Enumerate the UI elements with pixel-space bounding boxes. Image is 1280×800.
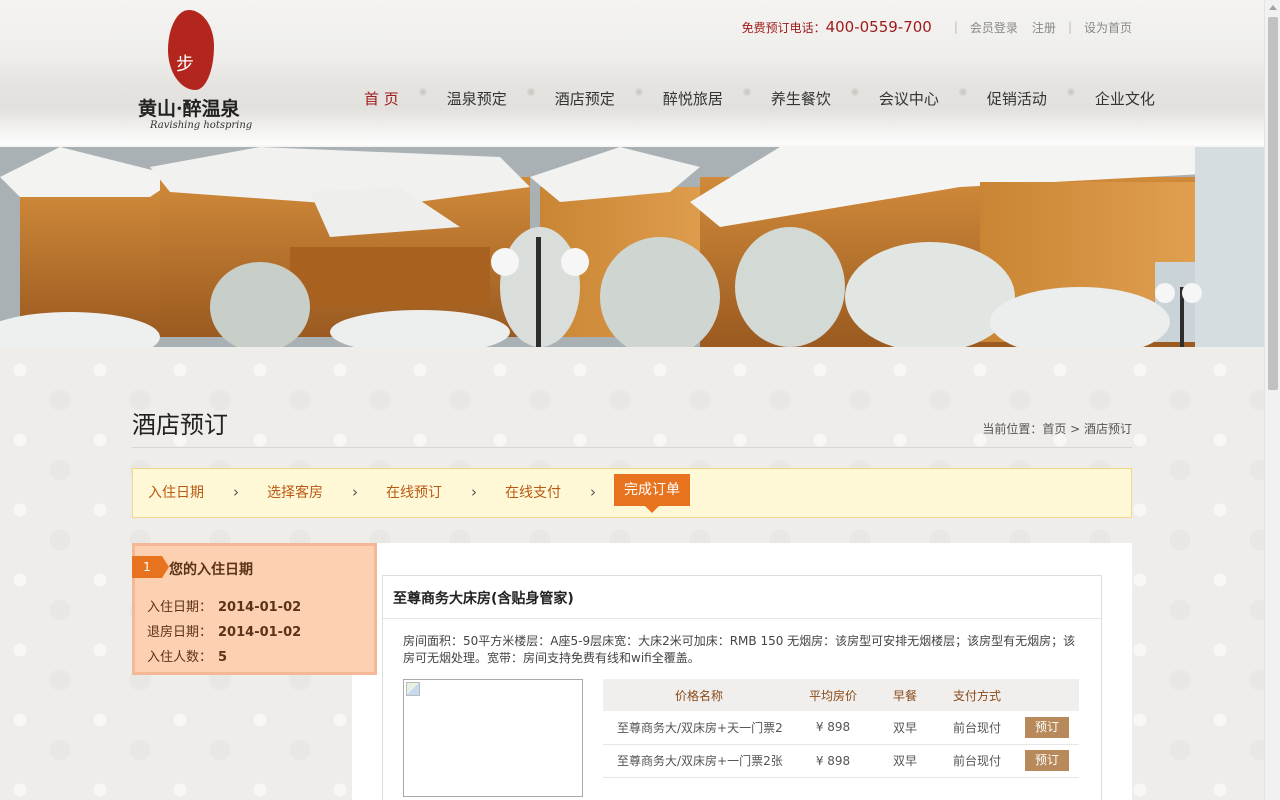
nav-item-promotions[interactable]: 促销活动 [987,88,1047,109]
logo-subtitle: Ravishing hotspring [150,120,253,131]
nav-item-conference[interactable]: 会议中心 [879,88,939,109]
set-homepage-link[interactable]: 设为首页 [1084,19,1132,36]
column-header-action [1015,679,1079,711]
nav-separator-dot [958,88,967,96]
site-logo[interactable]: 步 黄山·醉温泉 Ravishing hotspring [138,8,252,136]
breakfast-cell: 双早 [871,744,939,778]
room-image[interactable] [403,679,583,797]
chevron-right-icon: › [590,483,596,501]
step-online-booking[interactable]: 在线预订 [386,482,442,502]
nav-separator-dot [850,88,859,96]
guests-value: 5 [218,650,228,665]
checkout-label: 退房日期： [147,625,213,640]
hotline-label: 免费预订电话： [741,20,826,35]
price-name-cell: 至尊商务大/双床房+天一门票2 [603,711,795,745]
avg-price-cell: ¥ 898 [795,711,871,745]
checkin-label: 入住日期： [147,600,213,615]
nav-separator-dot [742,88,751,96]
guests-row: 入住人数： 5 [147,646,227,665]
step-select-room[interactable]: 选择客房 [267,482,323,502]
checkin-date-row: 入住日期： 2014-01-02 [147,596,301,615]
book-button[interactable]: 预订 [1025,750,1069,771]
nav-item-dining[interactable]: 养生餐饮 [771,88,831,109]
column-header-payment: 支付方式 [939,679,1015,711]
avg-price-cell: ¥ 898 [795,744,871,778]
price-name-cell: 至尊商务大/双床房+一门票2张 [603,744,795,778]
table-row: 至尊商务大/双床房+天一门票2 ¥ 898 双早 前台现付 预订 [603,711,1079,745]
payment-cell: 前台现付 [939,711,1015,745]
booking-steps: 入住日期 › 选择客房 › 在线预订 › 在线支付 › 完成订单 [132,468,1132,518]
column-header-price-name: 价格名称 [603,679,795,711]
checkout-value: 2014-01-02 [218,625,302,640]
guests-label: 入住人数： [147,650,213,665]
scrollbar-thumb[interactable] [1268,17,1278,390]
hotline-number: 400-0559-700 [825,18,932,36]
column-header-avg-price: 平均房价 [795,679,871,711]
page-scrollbar[interactable] [1264,0,1280,800]
room-divider [383,618,1101,619]
divider: | [1067,20,1072,34]
nav-item-hotspring-booking[interactable]: 温泉预定 [447,88,507,109]
divider: | [953,20,958,34]
nav-item-hotel-booking[interactable]: 酒店预定 [555,88,615,109]
chevron-right-icon: › [352,483,358,501]
main-nav: 首 页 温泉预定 酒店预定 醉悦旅居 养生餐饮 会议中心 促销活动 企业文化 [364,88,1155,109]
title-divider [132,447,1132,448]
table-row: 至尊商务大/双床房+一门票2张 ¥ 898 双早 前台现付 预订 [603,744,1079,778]
book-button[interactable]: 预订 [1025,716,1069,738]
chevron-right-icon: › [471,483,477,501]
member-login-link[interactable]: 会员登录 [970,19,1018,36]
nav-item-culture[interactable]: 企业文化 [1095,88,1155,109]
payment-cell: 前台现付 [939,744,1015,778]
room-title: 至尊商务大床房(含贴身管家) [393,591,574,607]
nav-separator-dot [418,88,427,96]
top-bar: 免费预订电话： 400-0559-700 | 会员登录 注册 | 设为首页 [742,18,1132,36]
logo-text: 黄山·醉温泉 [138,98,240,120]
checkin-summary-box: 1 您的入住日期 入住日期： 2014-01-02 退房日期： 2014-01-02… [132,543,377,675]
breakfast-cell: 双早 [871,711,939,745]
nav-separator-dot [634,88,643,96]
step-number-badge: 1 [132,556,169,578]
chevron-right-icon: › [233,483,239,501]
scroll-up-arrow-icon[interactable] [1269,5,1277,10]
checkin-value: 2014-01-02 [218,600,302,615]
price-table: 价格名称 平均房价 早餐 支付方式 至尊商务大/双床房+天一门票2 ¥ 898 … [603,679,1079,778]
nav-separator-dot [1066,88,1075,96]
nav-item-home[interactable]: 首 页 [364,88,399,109]
breadcrumb[interactable]: 当前位置：首页 > 酒店预订 [982,420,1132,437]
column-header-breakfast: 早餐 [871,679,939,711]
step-online-payment[interactable]: 在线支付 [505,482,561,502]
room-description: 房间面积：50平方米楼层：A座5-9层床宽：大床2米可加床：RMB 150 无烟… [403,634,1076,665]
page-title: 酒店预订 [132,411,228,439]
step-checkin-date[interactable]: 入住日期 [148,482,204,502]
hero-banner-image [0,147,1264,347]
step-complete-order[interactable]: 完成订单 [614,474,690,513]
broken-image-icon [406,682,420,696]
register-link[interactable]: 注册 [1032,19,1056,36]
room-card: 至尊商务大床房(含贴身管家) 房间面积：50平方米楼层：A座5-9层床宽：大床2… [382,575,1102,800]
nav-separator-dot [526,88,535,96]
checkout-date-row: 退房日期： 2014-01-02 [147,621,301,640]
table-header-row: 价格名称 平均房价 早餐 支付方式 [603,679,1079,711]
logo-seal-icon: 步 [168,10,214,90]
nav-item-lodging[interactable]: 醉悦旅居 [663,88,723,109]
checkin-summary-heading: 您的入住日期 [169,562,253,578]
